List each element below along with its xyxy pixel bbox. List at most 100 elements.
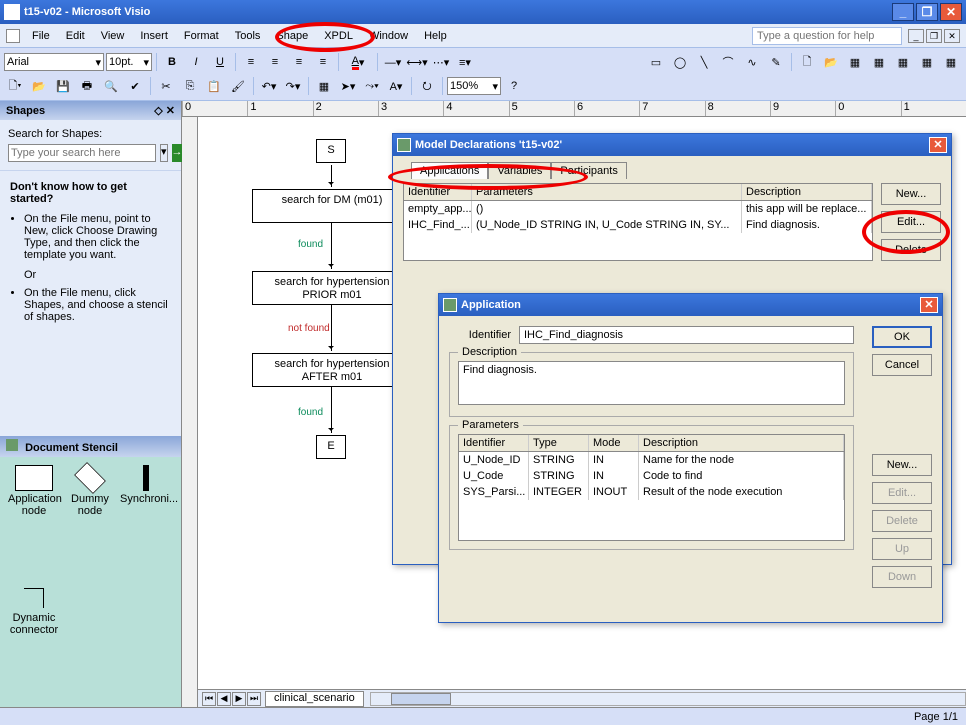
line-weight-button[interactable]: ≡▾: [454, 52, 476, 72]
app-row-1[interactable]: IHC_Find_... (U_Node_ID STRING IN, U_Cod…: [404, 217, 872, 233]
copy-button[interactable]: ⎘: [179, 76, 201, 96]
hscroll-thumb[interactable]: [391, 693, 451, 705]
search-dropdown-icon[interactable]: ▾: [160, 144, 168, 162]
node-start[interactable]: S: [316, 139, 346, 163]
tab-participants[interactable]: Participants: [551, 162, 626, 179]
paste-button[interactable]: 📋: [203, 76, 225, 96]
grid5-icon[interactable]: ▦: [940, 52, 962, 72]
new-button[interactable]: 🗋: [796, 52, 818, 72]
node-search-dm[interactable]: search for DM (m01): [252, 189, 412, 223]
app-edit-button[interactable]: Edit...: [872, 482, 932, 504]
tab-prev-button[interactable]: ◀: [217, 692, 231, 706]
doc-restore-button[interactable]: ❐: [926, 29, 942, 43]
menu-tools[interactable]: Tools: [227, 28, 269, 44]
tab-applications[interactable]: Applications: [411, 162, 488, 179]
app-cancel-button[interactable]: Cancel: [872, 354, 932, 376]
model-new-button[interactable]: New...: [881, 183, 941, 205]
redo-button[interactable]: ↷▾: [282, 76, 304, 96]
app-row-0[interactable]: empty_app... () this app will be replace…: [404, 201, 872, 217]
stencil-synchroni[interactable]: Synchroni...: [120, 465, 172, 580]
tab-first-button[interactable]: ⏮: [202, 692, 216, 706]
line-pattern-button[interactable]: ⋯▾: [430, 52, 452, 72]
tab-clinical-scenario[interactable]: clinical_scenario: [265, 691, 364, 707]
spellcheck-button[interactable]: ✔: [124, 76, 146, 96]
line-button[interactable]: —▾: [382, 52, 404, 72]
rotate-button[interactable]: ⭮: [416, 76, 438, 96]
minimize-button[interactable]: _: [892, 3, 914, 21]
help-search-input[interactable]: [752, 27, 902, 45]
line-ends-button[interactable]: ⟷▾: [406, 52, 428, 72]
italic-button[interactable]: I: [185, 52, 207, 72]
hscrollbar[interactable]: [370, 692, 966, 706]
param-row-2[interactable]: SYS_Parsi...INTEGERINOUTResult of the no…: [459, 484, 844, 500]
shapes-search-input[interactable]: [8, 144, 156, 162]
bold-button[interactable]: B: [161, 52, 183, 72]
grid4-icon[interactable]: ▦: [916, 52, 938, 72]
rect-tool[interactable]: ▭: [645, 52, 667, 72]
node-end[interactable]: E: [316, 435, 346, 459]
node-search-hyper-after[interactable]: search for hypertension AFTER m01: [252, 353, 412, 387]
menu-help[interactable]: Help: [416, 28, 455, 44]
justify-button[interactable]: ≡: [312, 52, 334, 72]
model-dlg-titlebar[interactable]: Model Declarations 't15-v02' ✕: [393, 134, 951, 156]
stencil-application-node[interactable]: Application node: [8, 465, 60, 580]
tab-variables[interactable]: Variables: [488, 162, 551, 179]
model-edit-button[interactable]: Edit...: [881, 211, 941, 233]
app-dlg-titlebar[interactable]: Application ✕: [439, 294, 942, 316]
node-search-hyper-prior[interactable]: search for hypertension PRIOR m01: [252, 271, 412, 305]
open-doc-button[interactable]: 📂: [28, 76, 50, 96]
pencil-tool[interactable]: ✎: [765, 52, 787, 72]
param-row-1[interactable]: U_CodeSTRINGINCode to find: [459, 468, 844, 484]
format-painter-button[interactable]: 🖌: [227, 76, 249, 96]
freeform-tool[interactable]: ∿: [741, 52, 763, 72]
font-selector[interactable]: Arial▾: [4, 53, 104, 71]
search-go-button[interactable]: →: [172, 144, 183, 162]
arc-tool[interactable]: ⌒: [717, 52, 739, 72]
shapes-button[interactable]: ▦: [313, 76, 335, 96]
identifier-input[interactable]: [519, 326, 854, 344]
grid2-icon[interactable]: ▦: [868, 52, 890, 72]
doc-minimize-button[interactable]: _: [908, 29, 924, 43]
description-input[interactable]: [458, 361, 845, 405]
undo-button[interactable]: ↶▾: [258, 76, 280, 96]
grid3-icon[interactable]: ▦: [892, 52, 914, 72]
new-doc-button[interactable]: 🗋▾: [4, 76, 26, 96]
menu-format[interactable]: Format: [176, 28, 227, 44]
maximize-button[interactable]: ❐: [916, 3, 938, 21]
app-new-button[interactable]: New...: [872, 454, 932, 476]
text-tool[interactable]: A▾: [385, 76, 407, 96]
menu-view[interactable]: View: [93, 28, 133, 44]
save-button[interactable]: 💾: [52, 76, 74, 96]
tab-last-button[interactable]: ⏭: [247, 692, 261, 706]
grid1-icon[interactable]: ▦: [844, 52, 866, 72]
model-delete-button[interactable]: Delete: [881, 239, 941, 261]
ellipse-tool[interactable]: ◯: [669, 52, 691, 72]
doc-close-button[interactable]: ✕: [944, 29, 960, 43]
line-tool[interactable]: ╲: [693, 52, 715, 72]
open-button[interactable]: 📂: [820, 52, 842, 72]
fontcolor-button[interactable]: A▾: [343, 52, 373, 72]
underline-button[interactable]: U: [209, 52, 231, 72]
menu-window[interactable]: Window: [361, 28, 416, 44]
pointer-tool[interactable]: ➤▾: [337, 76, 359, 96]
shapes-close-icon[interactable]: ◇ ✕: [154, 104, 175, 117]
stencil-dummy-node[interactable]: Dummy node: [64, 465, 116, 580]
tab-next-button[interactable]: ▶: [232, 692, 246, 706]
model-dlg-close-button[interactable]: ✕: [929, 137, 947, 153]
align-center-button[interactable]: ≡: [264, 52, 286, 72]
preview-button[interactable]: 🔍: [100, 76, 122, 96]
menu-xpdl[interactable]: XPDL: [316, 28, 361, 44]
stencil-dynamic-connector[interactable]: Dynamic connector: [8, 584, 60, 699]
menu-shape[interactable]: Shape: [268, 28, 316, 44]
print-button[interactable]: 🖶: [76, 76, 98, 96]
menu-insert[interactable]: Insert: [132, 28, 176, 44]
zoom-selector[interactable]: 150%▾: [447, 77, 501, 95]
app-delete-button[interactable]: Delete: [872, 510, 932, 532]
app-down-button[interactable]: Down: [872, 566, 932, 588]
cut-button[interactable]: ✂: [155, 76, 177, 96]
app-ok-button[interactable]: OK: [872, 326, 932, 348]
align-right-button[interactable]: ≡: [288, 52, 310, 72]
param-row-0[interactable]: U_Node_IDSTRINGINName for the node: [459, 452, 844, 468]
help-button[interactable]: ?: [503, 76, 525, 96]
menu-file[interactable]: File: [24, 28, 58, 44]
